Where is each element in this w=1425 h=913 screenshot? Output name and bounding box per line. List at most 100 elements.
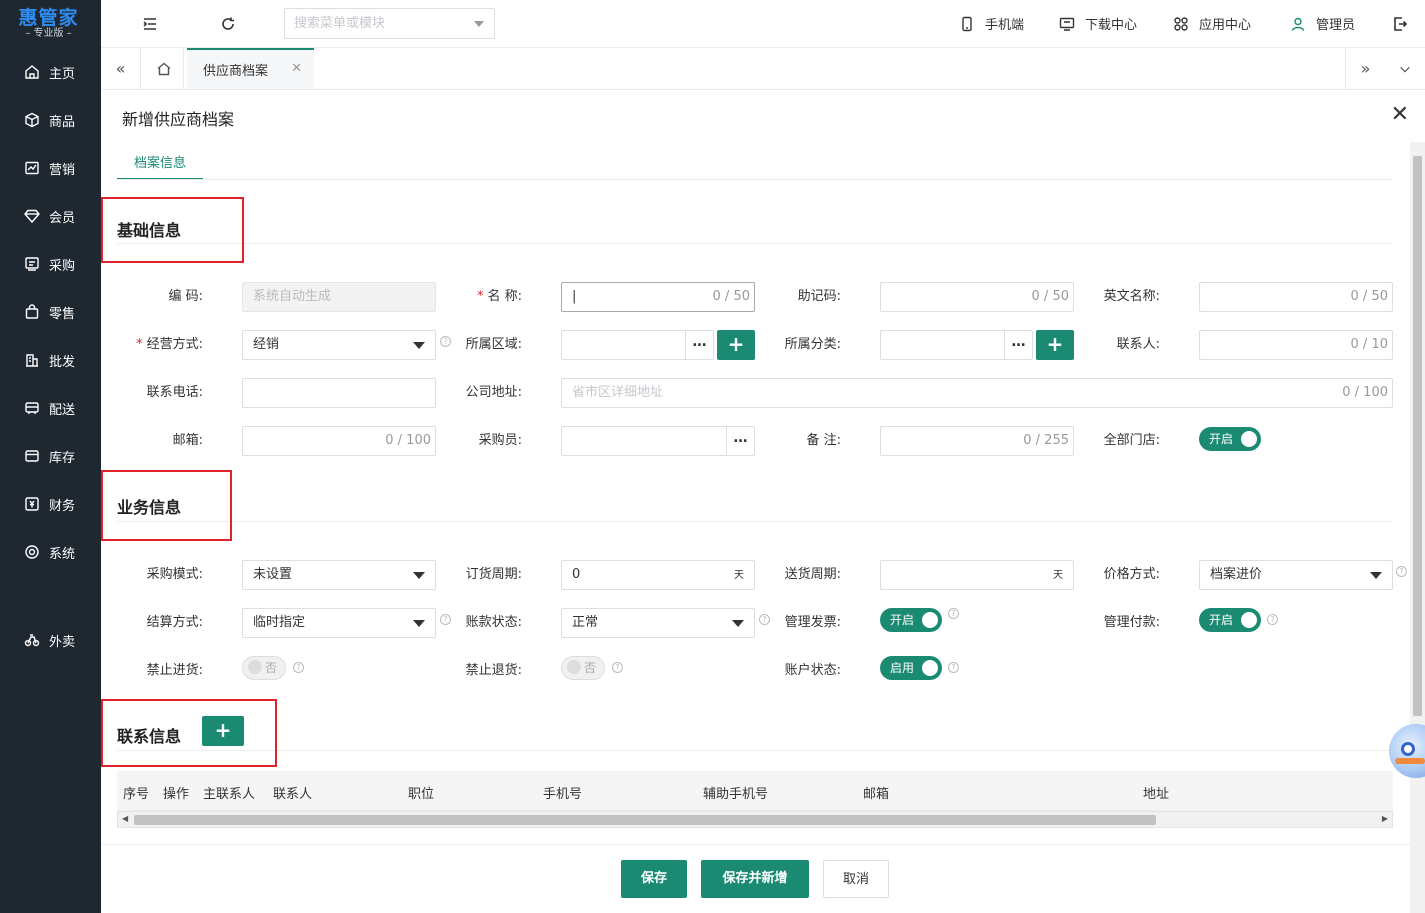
invoice-mgmt-toggle[interactable]: 开启 bbox=[880, 608, 942, 632]
user-menu[interactable]: 管理员 bbox=[1290, 14, 1355, 33]
scroll-right-arrow-icon[interactable]: ▶ bbox=[1382, 814, 1388, 823]
purchase-mode-select[interactable]: 未设置 bbox=[242, 560, 436, 590]
logout-icon[interactable] bbox=[1390, 14, 1410, 34]
contact-field[interactable]: 0 / 10 bbox=[1199, 330, 1393, 360]
sidebar-item-finance[interactable]: 财务 bbox=[0, 480, 101, 528]
sidebar-item-purchase[interactable]: 采购 bbox=[0, 240, 101, 288]
sidebar-item-label: 批发 bbox=[49, 354, 76, 370]
home-tab-icon[interactable] bbox=[144, 48, 184, 89]
business-mode-label: * 经营方式: bbox=[136, 337, 203, 352]
table-horizontal-scrollbar[interactable]: ◀ ▶ bbox=[117, 811, 1393, 828]
buyer-field[interactable]: … bbox=[561, 426, 755, 456]
forbid-return-label: 禁止退货: bbox=[465, 663, 522, 678]
save-button[interactable]: 保存 bbox=[621, 860, 687, 898]
account-status-select[interactable]: 正常 bbox=[561, 608, 755, 638]
region-field[interactable]: … bbox=[561, 330, 714, 360]
business-mode-select[interactable]: 经销 bbox=[242, 330, 436, 360]
english-name-field[interactable]: 0 / 50 bbox=[1199, 282, 1393, 312]
highlight-box bbox=[101, 470, 232, 541]
brand-edition: – 专业版 – bbox=[25, 28, 72, 39]
contact-label: 联系人: bbox=[1116, 337, 1160, 352]
sidebar-item-inventory[interactable]: 库存 bbox=[0, 432, 101, 480]
tabs-scroll-left-icon[interactable]: « bbox=[101, 48, 141, 89]
delivery-cycle-field[interactable]: 天 bbox=[880, 560, 1074, 590]
tab-supplier-archive[interactable]: 供应商档案 ✕ bbox=[187, 48, 314, 89]
sidebar-item-delivery[interactable]: 配送 bbox=[0, 384, 101, 432]
help-icon[interactable]: ? bbox=[293, 662, 304, 673]
all-stores-label: 全部门店: bbox=[1103, 433, 1160, 448]
phone-label: 联系电话: bbox=[146, 385, 203, 400]
assistant-bot-icon[interactable] bbox=[1389, 724, 1425, 778]
menu-collapse-icon[interactable] bbox=[140, 14, 160, 34]
sidebar-item-retail[interactable]: 零售 bbox=[0, 288, 101, 336]
code-field: 系统自动生成 bbox=[242, 282, 436, 312]
sidebar-item-label: 采购 bbox=[49, 258, 76, 274]
help-icon[interactable]: ? bbox=[1267, 614, 1278, 625]
brand-logo[interactable]: 惠管家 – 专业版 – bbox=[0, 0, 101, 48]
name-field[interactable]: | 0 / 50 bbox=[561, 282, 755, 312]
more-dots-icon[interactable]: … bbox=[685, 331, 713, 359]
forbid-purchase-toggle[interactable]: 否 bbox=[242, 656, 286, 680]
help-icon[interactable]: ? bbox=[1396, 566, 1407, 577]
mobile-link[interactable]: 手机端 bbox=[959, 14, 1024, 33]
sidebar-item-wholesale[interactable]: 批发 bbox=[0, 336, 101, 384]
account-state-toggle[interactable]: 启用 bbox=[880, 656, 942, 680]
sidebar-item-takeout[interactable]: 外卖 bbox=[0, 616, 101, 664]
user-icon bbox=[1291, 17, 1305, 31]
sidebar-item-marketing[interactable]: 营销 bbox=[0, 144, 101, 192]
address-field[interactable]: 省市区详细地址 0 / 100 bbox=[561, 378, 1393, 408]
box-icon bbox=[24, 112, 40, 128]
all-stores-toggle[interactable]: 开启 bbox=[1199, 427, 1261, 451]
sidebar-item-member[interactable]: 会员 bbox=[0, 192, 101, 240]
tabs-more-chevron-icon[interactable] bbox=[1385, 48, 1425, 89]
tabs-scroll-right-icon[interactable]: » bbox=[1345, 48, 1385, 89]
sidebar-item-home[interactable]: 主页 bbox=[0, 48, 101, 96]
phone-field[interactable] bbox=[242, 378, 436, 408]
bag-icon bbox=[24, 304, 40, 320]
scroll-left-arrow-icon[interactable]: ◀ bbox=[122, 814, 128, 823]
help-icon[interactable]: ? bbox=[612, 662, 623, 673]
settlement-select[interactable]: 临时指定 bbox=[242, 608, 436, 638]
sidebar-item-label: 会员 bbox=[49, 210, 76, 226]
code-label: 编 码: bbox=[168, 289, 203, 304]
forbid-return-toggle[interactable]: 否 bbox=[561, 656, 605, 680]
sidebar-item-label: 配送 bbox=[49, 402, 76, 418]
panel-vertical-scrollbar[interactable] bbox=[1410, 142, 1425, 913]
search-input[interactable]: 搜索菜单或模块 bbox=[284, 8, 495, 39]
save-and-new-button[interactable]: 保存并新增 bbox=[701, 860, 809, 898]
sidebar-item-system[interactable]: 系统 bbox=[0, 528, 101, 576]
truck-icon bbox=[24, 400, 40, 416]
sidebar-item-label: 外卖 bbox=[49, 634, 76, 650]
brand-name: 惠管家 bbox=[18, 7, 79, 29]
column-header: 主联系人 bbox=[203, 787, 256, 802]
highlight-box bbox=[101, 699, 277, 767]
mobile-icon bbox=[962, 16, 972, 31]
payment-mgmt-toggle[interactable]: 开启 bbox=[1199, 608, 1261, 632]
column-header: 邮箱 bbox=[863, 787, 890, 802]
price-mode-select[interactable]: 档案进价 bbox=[1199, 560, 1393, 590]
app-center-link[interactable]: 应用中心 bbox=[1173, 14, 1251, 33]
more-dots-icon[interactable]: … bbox=[1004, 331, 1032, 359]
cancel-button[interactable]: 取消 bbox=[823, 860, 889, 898]
tab-archive-info[interactable]: 档案信息 bbox=[117, 146, 203, 180]
refresh-icon[interactable] bbox=[218, 14, 238, 34]
panel-title: 新增供应商档案 bbox=[122, 110, 235, 129]
close-icon[interactable]: ✕ bbox=[1391, 102, 1409, 127]
sidebar-item-label: 库存 bbox=[49, 450, 76, 466]
order-cycle-field[interactable]: 0天 bbox=[561, 560, 755, 590]
price-mode-label: 价格方式: bbox=[1103, 567, 1160, 582]
chevron-down-icon bbox=[474, 21, 484, 27]
remark-field[interactable]: 0 / 255 bbox=[880, 426, 1074, 456]
sidebar-item-goods[interactable]: 商品 bbox=[0, 96, 101, 144]
help-icon[interactable]: ? bbox=[948, 608, 959, 619]
category-field[interactable]: … bbox=[880, 330, 1033, 360]
help-icon[interactable]: ? bbox=[948, 662, 959, 673]
mnemonic-field[interactable]: 0 / 50 bbox=[880, 282, 1074, 312]
english-name-label: 英文名称: bbox=[1103, 289, 1160, 304]
column-header: 联系人 bbox=[273, 787, 313, 802]
download-center-link[interactable]: 下载中心 bbox=[1059, 14, 1137, 33]
sidebar-item-label: 营销 bbox=[49, 162, 76, 178]
close-tab-icon[interactable]: ✕ bbox=[291, 61, 302, 76]
email-field[interactable]: 0 / 100 bbox=[242, 426, 436, 456]
column-header: 序号 bbox=[123, 787, 150, 802]
